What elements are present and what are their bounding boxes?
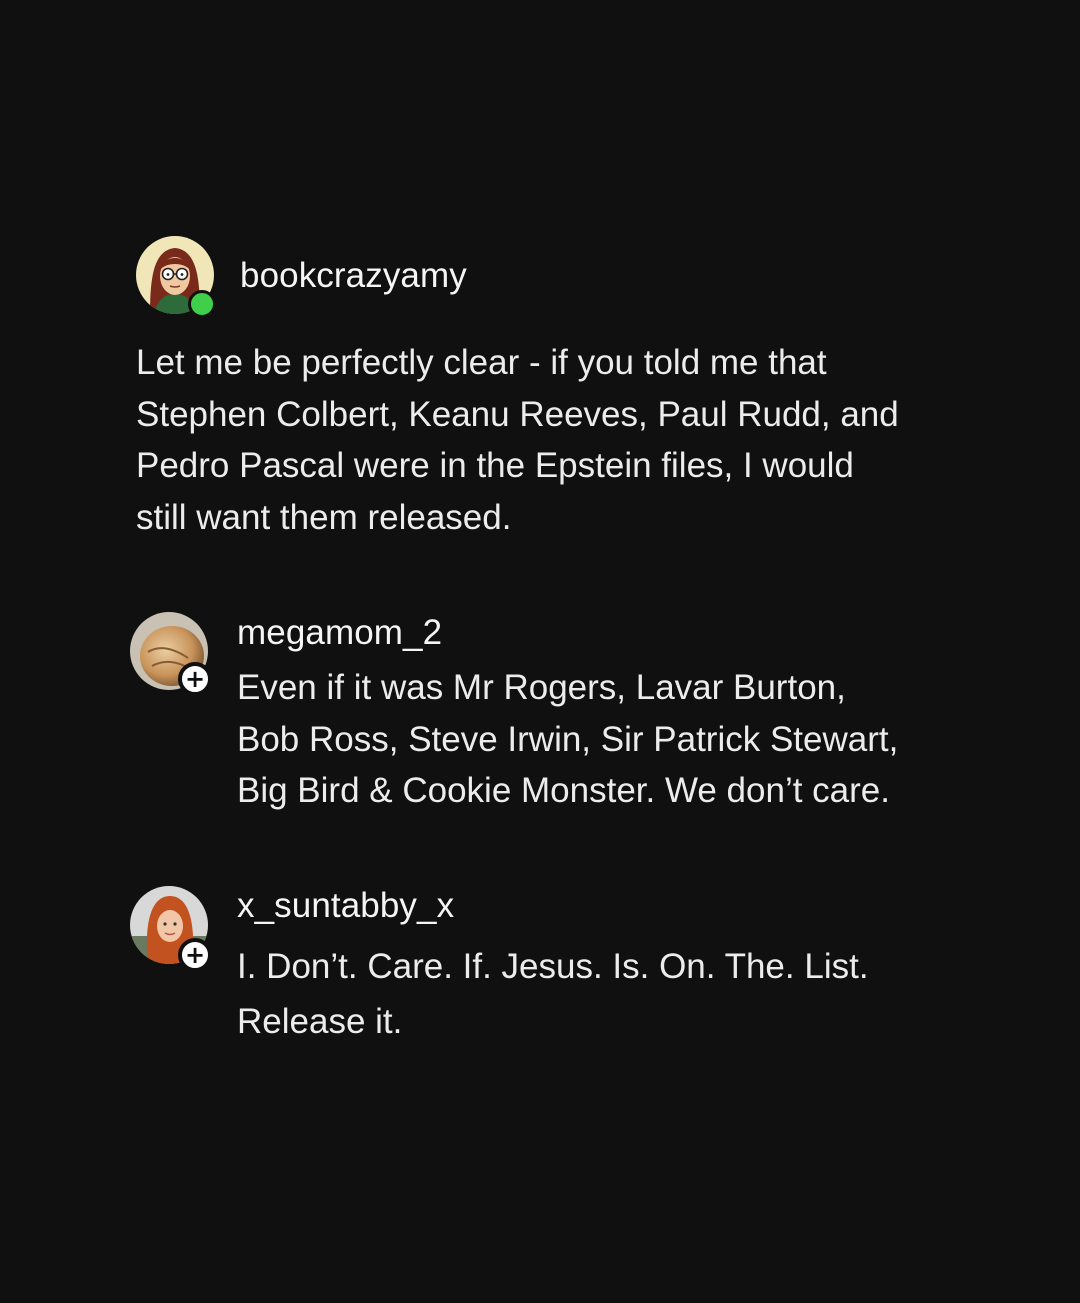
reply-text: I. Don’t. Care. If. Jesus. Is. On. The. … bbox=[237, 947, 869, 1041]
post-author-username[interactable]: bookcrazyamy bbox=[240, 256, 467, 296]
reply-text: Even if it was Mr Rogers, Lavar Burton, … bbox=[237, 668, 899, 810]
reply-author-username[interactable]: megamom_2 bbox=[237, 613, 442, 653]
follow-plus-icon[interactable]: + bbox=[178, 662, 212, 696]
reply-author-username[interactable]: x_suntabby_x bbox=[237, 886, 454, 926]
post-text: Let me be perfectly clear - if you told … bbox=[136, 343, 899, 537]
follow-plus-icon[interactable]: + bbox=[178, 938, 212, 972]
thread-container: bookcrazyamy Let me be perfectly clear -… bbox=[0, 0, 1080, 1303]
online-status-indicator bbox=[188, 290, 216, 318]
